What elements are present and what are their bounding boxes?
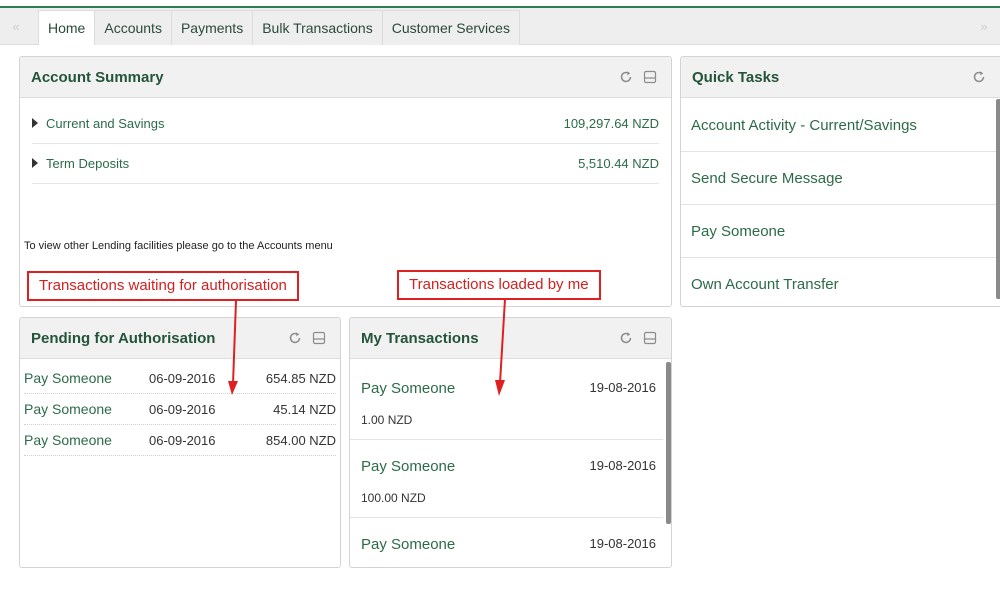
transaction-payee-link[interactable]: Pay Someone xyxy=(361,536,455,553)
tab-customer-services[interactable]: Customer Services xyxy=(381,10,520,45)
transaction-item[interactable]: Pay Someone 19-08-2016 1.00 NZD xyxy=(350,362,663,440)
pending-header: Pending for Authorisation xyxy=(20,318,340,359)
pending-row[interactable]: Pay Someone 06-09-2016 45.14 NZD xyxy=(24,394,336,425)
quick-tasks-scrollbar[interactable] xyxy=(996,99,1000,299)
account-type-label: Current and Savings xyxy=(46,116,165,131)
summary-row-current-savings[interactable]: Current and Savings 109,297.64 NZD xyxy=(32,104,659,144)
quick-task-send-secure-message[interactable]: Send Secure Message xyxy=(681,152,998,205)
transaction-item[interactable]: Pay Someone 19-08-2016 100.00 NZD xyxy=(350,440,663,518)
quick-tasks-header: Quick Tasks xyxy=(681,57,1000,98)
lending-facilities-note: To view other Lending facilities please … xyxy=(24,240,333,252)
nav-next-icon[interactable]: » xyxy=(972,8,996,45)
tab-accounts[interactable]: Accounts xyxy=(94,10,172,45)
refresh-icon[interactable] xyxy=(619,331,633,345)
my-transactions-header: My Transactions xyxy=(350,318,671,359)
main-nav: « Home Accounts Payments Bulk Transactio… xyxy=(0,8,1000,45)
pending-row[interactable]: Pay Someone 06-09-2016 654.85 NZD xyxy=(24,363,336,394)
annotation-waiting-authorisation: Transactions waiting for authorisation xyxy=(27,271,299,301)
expand-triangle-icon[interactable] xyxy=(32,158,38,168)
transaction-item[interactable]: Pay Someone 19-08-2016 xyxy=(350,518,663,567)
transaction-payee-link[interactable]: Pay Someone xyxy=(361,458,455,475)
transaction-date: 19-08-2016 xyxy=(589,380,657,395)
summary-row-term-deposits[interactable]: Term Deposits 5,510.44 NZD xyxy=(32,144,659,184)
minimize-icon[interactable] xyxy=(312,331,326,345)
pending-payee-link[interactable]: Pay Someone xyxy=(24,363,112,394)
pending-date: 06-09-2016 xyxy=(149,402,216,417)
my-transactions-panel: My Transactions Pay Someone 19-08-2016 1… xyxy=(349,317,672,568)
minimize-icon[interactable] xyxy=(643,331,657,345)
tab-home[interactable]: Home xyxy=(38,10,96,45)
quick-task-account-activity[interactable]: Account Activity - Current/Savings xyxy=(681,99,998,152)
transaction-date: 19-08-2016 xyxy=(589,458,657,473)
pending-row[interactable]: Pay Someone 06-09-2016 854.00 NZD xyxy=(24,425,336,456)
pending-payee-link[interactable]: Pay Someone xyxy=(24,394,112,425)
pending-amount: 654.85 NZD xyxy=(265,371,336,386)
minimize-icon[interactable] xyxy=(643,70,657,84)
account-summary-title: Account Summary xyxy=(31,69,164,86)
account-summary-header: Account Summary xyxy=(20,57,671,98)
transaction-amount: 1.00 NZD xyxy=(361,413,413,427)
my-transactions-title: My Transactions xyxy=(361,330,479,347)
pending-title: Pending for Authorisation xyxy=(31,330,216,347)
account-balance: 5,510.44 NZD xyxy=(578,156,659,171)
nav-prev-icon[interactable]: « xyxy=(4,8,28,45)
annotation-loaded-by-me: Transactions loaded by me xyxy=(397,270,601,300)
pending-amount: 45.14 NZD xyxy=(273,402,336,417)
pending-date: 06-09-2016 xyxy=(149,433,216,448)
quick-task-pay-someone[interactable]: Pay Someone xyxy=(681,205,998,258)
tab-payments[interactable]: Payments xyxy=(170,10,254,45)
quick-tasks-panel: Quick Tasks Account Activity - Current/S… xyxy=(680,56,1000,307)
tab-bulk-transactions[interactable]: Bulk Transactions xyxy=(252,10,383,45)
transaction-payee-link[interactable]: Pay Someone xyxy=(361,380,455,397)
transaction-amount: 100.00 NZD xyxy=(361,491,426,505)
my-transactions-scrollbar[interactable] xyxy=(666,362,671,524)
account-balance: 109,297.64 NZD xyxy=(563,116,659,131)
quick-tasks-title: Quick Tasks xyxy=(692,69,780,86)
pending-amount: 854.00 NZD xyxy=(265,433,336,448)
refresh-icon[interactable] xyxy=(619,70,633,84)
expand-triangle-icon[interactable] xyxy=(32,118,38,128)
refresh-icon[interactable] xyxy=(288,331,302,345)
quick-task-own-account-transfer[interactable]: Own Account Transfer xyxy=(681,258,998,306)
refresh-icon[interactable] xyxy=(972,70,986,84)
account-type-label: Term Deposits xyxy=(46,156,130,171)
nav-tabs: Home Accounts Payments Bulk Transactions… xyxy=(38,10,520,45)
pending-date: 06-09-2016 xyxy=(149,371,216,386)
pending-payee-link[interactable]: Pay Someone xyxy=(24,425,112,456)
pending-authorisation-panel: Pending for Authorisation Pay Someone 06… xyxy=(19,317,341,568)
transaction-date: 19-08-2016 xyxy=(589,536,657,551)
